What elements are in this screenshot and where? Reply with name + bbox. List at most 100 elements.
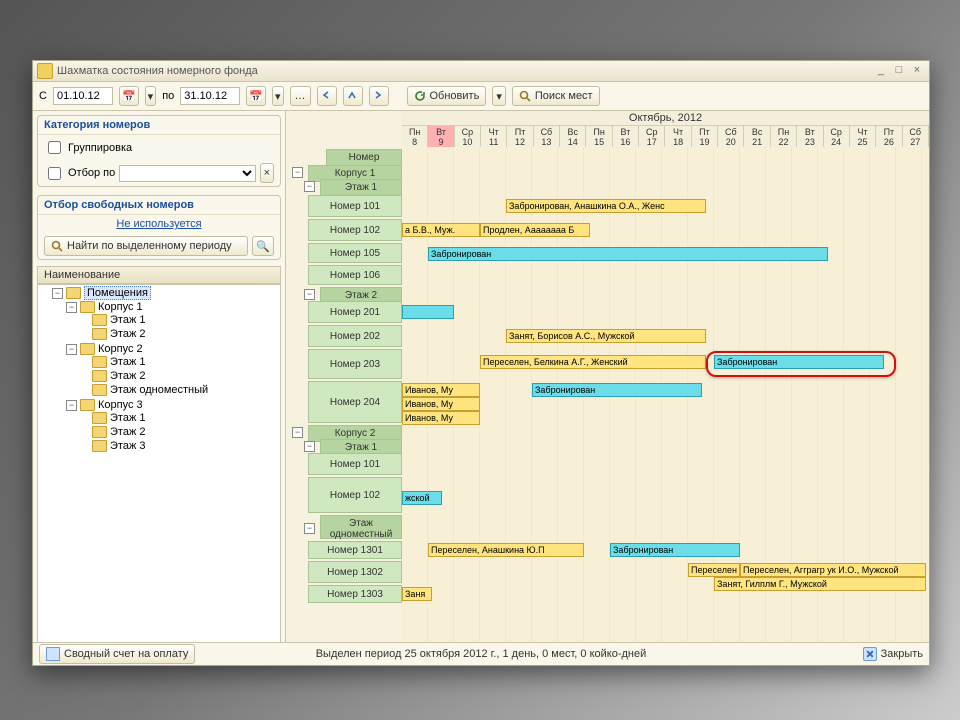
- bar-101[interactable]: Забронирован, Анашкина О.А., Женс: [506, 199, 706, 213]
- close-icon: [863, 647, 877, 661]
- bar-203b[interactable]: Забронирован: [714, 355, 884, 369]
- tree-root[interactable]: −Помещения: [52, 286, 280, 300]
- tree-etazh-2[interactable]: Этаж 2: [80, 328, 280, 340]
- row-101b[interactable]: Номер 101: [308, 453, 402, 475]
- bar-102a[interactable]: а Б.В., Муж.: [402, 223, 480, 237]
- bar-201[interactable]: [402, 305, 454, 319]
- day-header[interactable]: Вс14: [560, 126, 586, 148]
- nav-prev-button[interactable]: [317, 86, 337, 106]
- row-202[interactable]: Номер 202: [308, 325, 402, 347]
- row-201[interactable]: Номер 201: [308, 301, 402, 323]
- tree-etazh-3c[interactable]: Этаж 3: [80, 440, 280, 452]
- day-header[interactable]: Чт11: [481, 126, 507, 148]
- day-header[interactable]: Вт16: [613, 126, 639, 148]
- collapse-e1[interactable]: −: [304, 181, 315, 192]
- bar-203a[interactable]: Переселен, Белкина А.Г., Женский: [480, 355, 706, 369]
- bar-102b1[interactable]: жской: [402, 491, 442, 505]
- date-from-input[interactable]: [53, 87, 113, 105]
- bar-1301a[interactable]: Переселен, Анашкина Ю.П: [428, 543, 584, 557]
- group-checkbox[interactable]: [48, 141, 61, 154]
- minimize-button[interactable]: _: [873, 64, 889, 78]
- collapse-esingle[interactable]: −: [304, 523, 315, 534]
- collapse-e1b[interactable]: −: [304, 441, 315, 452]
- tree-etazh-1c[interactable]: Этаж 1: [80, 412, 280, 424]
- day-header[interactable]: Ср10: [455, 126, 481, 148]
- collapse-k2[interactable]: −: [292, 427, 303, 438]
- nav-home-button[interactable]: [343, 86, 363, 106]
- bar-1302c[interactable]: Занят, Гилплм Г., Мужской: [714, 577, 926, 591]
- day-header[interactable]: Вт9: [428, 126, 454, 148]
- date-to-input[interactable]: [180, 87, 240, 105]
- search-button[interactable]: Поиск мест: [512, 86, 600, 106]
- nav-next-button[interactable]: [369, 86, 389, 106]
- day-header[interactable]: Вт23: [797, 126, 823, 148]
- day-header[interactable]: Вс21: [744, 126, 770, 148]
- tree-etazh-single[interactable]: Этаж одноместный: [80, 384, 280, 396]
- tree-etazh-1b[interactable]: Этаж 1: [80, 356, 280, 368]
- tree-etazh-1[interactable]: Этаж 1: [80, 314, 280, 326]
- refresh-dropdown-button[interactable]: ▾: [492, 86, 506, 106]
- day-header[interactable]: Пн8: [402, 126, 428, 148]
- not-used-link[interactable]: Не используется: [116, 218, 201, 230]
- date-from-picker-button[interactable]: 📅: [119, 86, 139, 106]
- tree-korpus-3[interactable]: −Корпус 3: [66, 399, 280, 411]
- row-1302[interactable]: Номер 1302: [308, 561, 402, 583]
- day-header[interactable]: Ср17: [639, 126, 665, 148]
- date-from-label: С: [39, 90, 47, 102]
- day-header[interactable]: Чт18: [665, 126, 691, 148]
- bar-204c[interactable]: Иванов, Му: [402, 411, 480, 425]
- row-106[interactable]: Номер 106: [308, 265, 402, 285]
- bar-1302a[interactable]: Переселен: [688, 563, 740, 577]
- date-from-step-button[interactable]: ▾: [145, 86, 157, 106]
- day-header[interactable]: Пт19: [692, 126, 718, 148]
- day-header[interactable]: Пн22: [771, 126, 797, 148]
- bar-105[interactable]: Забронирован: [428, 247, 828, 261]
- filter-label: Отбор по: [68, 167, 115, 179]
- day-header[interactable]: Сб20: [718, 126, 744, 148]
- tree-korpus-1[interactable]: −Корпус 1: [66, 301, 280, 313]
- bar-204d[interactable]: Забронирован: [532, 383, 702, 397]
- row-1301[interactable]: Номер 1301: [308, 541, 402, 559]
- row-204[interactable]: Номер 204: [308, 381, 402, 423]
- tree[interactable]: −Помещения −Корпус 1 Этаж 1 Этаж 2 −Корп…: [37, 284, 281, 643]
- bar-1302b[interactable]: Переселен, Агграгр ук И.О., Мужской: [740, 563, 926, 577]
- collapse-e2[interactable]: −: [304, 289, 315, 300]
- collapse-k1[interactable]: −: [292, 167, 303, 178]
- row-102b[interactable]: Номер 102: [308, 477, 402, 513]
- bar-204a[interactable]: Иванов, Му: [402, 383, 480, 397]
- close-button[interactable]: ×: [909, 64, 925, 78]
- filter-checkbox[interactable]: [48, 167, 61, 180]
- day-header[interactable]: Пт12: [507, 126, 533, 148]
- tree-etazh-2c[interactable]: Этаж 2: [80, 426, 280, 438]
- row-101[interactable]: Номер 101: [308, 195, 402, 217]
- maximize-button[interactable]: □: [891, 64, 907, 78]
- day-header[interactable]: Пт26: [876, 126, 902, 148]
- bar-202[interactable]: Занят, Борисов А.С., Мужской: [506, 329, 706, 343]
- day-header[interactable]: Пн15: [586, 126, 612, 148]
- date-to-picker-button[interactable]: 📅: [246, 86, 266, 106]
- bar-102b[interactable]: Продлен, Аааааааа Б: [480, 223, 590, 237]
- app-window: Шахматка состояния номерного фонда _ □ ×…: [32, 60, 930, 666]
- more-button[interactable]: …: [290, 86, 311, 106]
- row-203[interactable]: Номер 203: [308, 349, 402, 379]
- row-105[interactable]: Номер 105: [308, 243, 402, 263]
- col-header-room: Номер: [326, 149, 402, 166]
- row-1303[interactable]: Номер 1303: [308, 585, 402, 603]
- date-to-step-button[interactable]: ▾: [272, 86, 284, 106]
- day-header[interactable]: Ср24: [824, 126, 850, 148]
- bar-1303[interactable]: Заня: [402, 587, 432, 601]
- find-period-button[interactable]: Найти по выделенному периоду: [44, 236, 248, 256]
- refresh-button[interactable]: Обновить: [407, 86, 487, 106]
- day-header[interactable]: Сб27: [903, 126, 929, 148]
- bar-204b[interactable]: Иванов, Му: [402, 397, 480, 411]
- day-header[interactable]: Чт25: [850, 126, 876, 148]
- filter-select[interactable]: [119, 165, 255, 182]
- tree-korpus-2[interactable]: −Корпус 2: [66, 343, 280, 355]
- bar-1301b[interactable]: Забронирован: [610, 543, 740, 557]
- tree-etazh-2b[interactable]: Этаж 2: [80, 370, 280, 382]
- find-extra-button[interactable]: 🔍: [252, 236, 274, 256]
- row-102[interactable]: Номер 102: [308, 219, 402, 241]
- category-title: Категория номеров: [38, 116, 280, 135]
- filter-clear-button[interactable]: ×: [260, 163, 274, 183]
- day-header[interactable]: Сб13: [534, 126, 560, 148]
